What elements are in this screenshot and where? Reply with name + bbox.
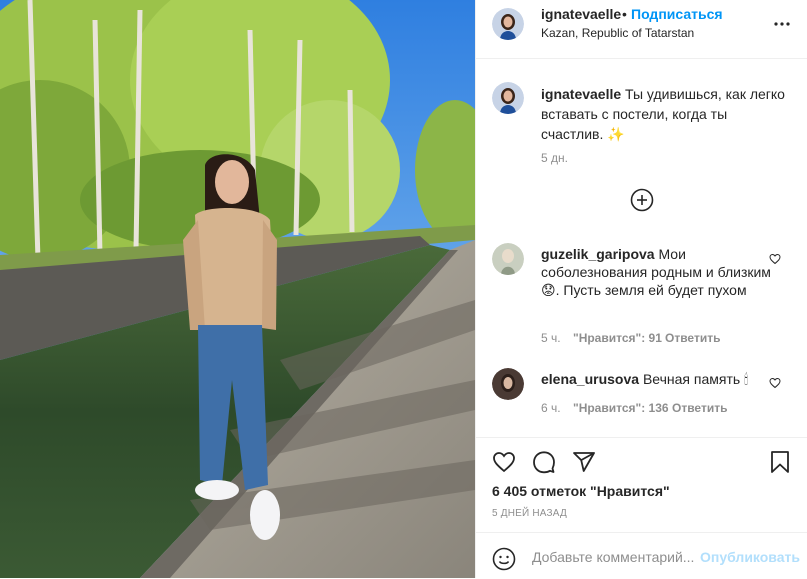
commenter-avatar[interactable] (492, 368, 524, 400)
post-photo[interactable] (0, 0, 475, 578)
separator-dot: • (622, 6, 627, 22)
like-count[interactable]: 6 405 отметок "Нравится" (492, 483, 670, 499)
comment-icon[interactable] (532, 450, 556, 474)
avatar-image (492, 82, 524, 114)
avatar-image (492, 243, 524, 275)
comment-likes[interactable]: "Нравится": 91 (573, 331, 662, 345)
post-modal: ignatevaelle • Подписаться Kazan, Republ… (0, 0, 807, 578)
comment-text-continued: . Пусть земля ей будет пухом (555, 282, 747, 298)
comment-text: Вечная память (642, 371, 741, 387)
photo-illustration (0, 0, 475, 578)
emoji-icon[interactable] (492, 547, 516, 571)
action-bar (476, 437, 807, 438)
commenter-avatar[interactable] (492, 243, 524, 275)
post-date[interactable]: 5 ДНЕЙ НАЗАД (492, 508, 567, 519)
more-options-icon[interactable] (770, 12, 794, 36)
publish-button[interactable]: Опубликовать (700, 549, 800, 565)
caption-emoji: ✨ (607, 126, 625, 142)
comment-body: guzelik_garipova Мои соболезнования родн… (541, 245, 781, 299)
comment-body: elena_urusova Вечная память 🕯 (541, 370, 781, 388)
post-sidebar: ignatevaelle • Подписаться Kazan, Republ… (475, 0, 807, 578)
comment-like-icon[interactable] (769, 253, 781, 265)
avatar-image (492, 368, 524, 400)
comment-like-icon[interactable] (769, 377, 781, 389)
author-avatar[interactable] (492, 8, 524, 40)
comment-emoji: 🕯 (744, 371, 749, 387)
heart-icon[interactable] (492, 450, 516, 474)
caption-avatar[interactable] (492, 82, 524, 114)
comment-input[interactable] (532, 546, 698, 568)
caption-time: 5 дн. (541, 151, 568, 165)
reply-button[interactable]: Ответить (665, 331, 720, 345)
bookmark-icon[interactable] (768, 450, 792, 474)
comment-time: 6 ч. (541, 401, 561, 415)
avatar-image (492, 8, 524, 40)
post-location[interactable]: Kazan, Republic of Tatarstan (541, 26, 694, 40)
send-icon[interactable] (572, 450, 596, 474)
comment-emoji: 😟 (541, 282, 556, 298)
author-username[interactable]: ignatevaelle (541, 6, 621, 22)
plus-circle-icon[interactable] (630, 188, 654, 212)
caption-username[interactable]: ignatevaelle (541, 86, 621, 102)
add-comment-bar: Опубликовать (476, 532, 807, 579)
post-caption: ignatevaelle Ты удивишься, как легко вст… (541, 84, 791, 144)
reply-button[interactable]: Ответить (672, 401, 727, 415)
commenter-username[interactable]: guzelik_garipova (541, 246, 655, 262)
comment-likes[interactable]: "Нравится": 136 (573, 401, 669, 415)
comment-time: 5 ч. (541, 331, 561, 345)
commenter-username[interactable]: elena_urusova (541, 371, 639, 387)
post-header: ignatevaelle • Подписаться Kazan, Republ… (476, 0, 807, 59)
follow-button[interactable]: Подписаться (631, 6, 723, 22)
